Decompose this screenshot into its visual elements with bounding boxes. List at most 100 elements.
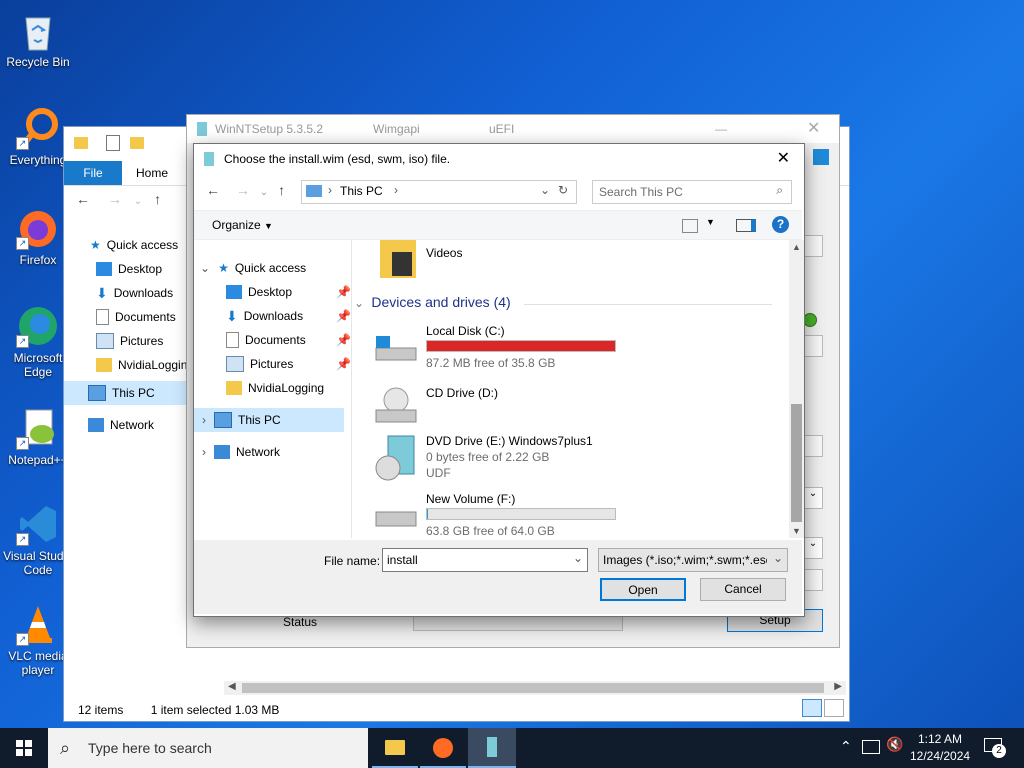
nav-label: NvidiaLogging <box>118 358 195 372</box>
wnt-field-4[interactable] <box>803 569 823 591</box>
group-divider <box>524 304 772 305</box>
expand-chevron-icon[interactable]: › <box>202 408 206 432</box>
search-icon: ⌕ <box>60 738 71 758</box>
wnt-field-1[interactable] <box>803 235 823 257</box>
search-box[interactable]: Search This PC ⌕ <box>592 180 792 204</box>
organize-button[interactable]: Organize ▼ <box>212 218 273 232</box>
cd-drive-icon <box>374 386 418 426</box>
dialog-nav-pane: ⌄ ★ Quick access Desktop 📌 ⬇ Downloads 📌… <box>194 240 352 538</box>
scrollbar-thumb[interactable] <box>791 404 802 522</box>
chevron-down-icon[interactable]: ⌄ <box>134 196 142 207</box>
preview-pane-icon[interactable] <box>736 219 756 232</box>
horizontal-scrollbar[interactable]: ◀ ▶ <box>224 681 846 695</box>
change-view-icon[interactable] <box>682 219 698 233</box>
up-arrow-icon[interactable]: ↑ <box>154 191 161 207</box>
wnt-dropdown-1[interactable]: ⌄ <box>803 487 823 509</box>
scroll-down-arrow-icon[interactable]: ▼ <box>792 526 801 536</box>
tree-documents[interactable]: Documents 📌 <box>226 328 351 352</box>
forward-arrow-icon[interactable]: → <box>108 191 122 207</box>
scroll-right-arrow-icon[interactable]: ▶ <box>834 681 842 692</box>
forward-arrow-icon[interactable]: → <box>236 182 250 198</box>
address-dropdown-icon[interactable]: ⌄ <box>540 183 550 197</box>
computer-icon <box>88 385 106 401</box>
file-type-select[interactable]: Images (*.iso;*.wim;*.swm;*.esd) ⌄ <box>598 548 788 572</box>
address-bar[interactable]: › This PC › ⌄ ↻ <box>301 180 577 204</box>
scroll-left-arrow-icon[interactable]: ◀ <box>228 681 236 692</box>
drive-usage-fill <box>427 509 428 519</box>
cancel-button[interactable]: Cancel <box>700 578 786 601</box>
large-icons-view-icon[interactable] <box>824 699 844 717</box>
address-path[interactable]: This PC <box>340 184 383 198</box>
show-hidden-icons-chevron-icon[interactable]: ⌃ <box>840 738 852 755</box>
filename-value: install <box>387 553 418 567</box>
chevron-down-icon[interactable]: ⌄ <box>573 551 583 565</box>
drive-usage-bar <box>426 508 616 520</box>
taskbar-search-box[interactable]: ⌕ Type here to search <box>48 728 368 768</box>
close-icon[interactable]: ✕ <box>807 115 820 143</box>
tree-network[interactable]: › Network <box>202 440 280 464</box>
scrollbar-thumb[interactable] <box>242 683 824 693</box>
new-folder-icon[interactable] <box>130 137 144 149</box>
tree-quick-access[interactable]: ⌄ ★ Quick access <box>200 256 306 280</box>
clock[interactable]: 1:12 AM 12/24/2024 <box>910 731 970 765</box>
taskbar-file-explorer[interactable] <box>372 728 418 768</box>
computer-icon <box>306 185 322 197</box>
nav-desktop[interactable]: Desktop <box>96 257 162 281</box>
properties-icon[interactable] <box>106 135 120 151</box>
nav-documents[interactable]: Documents <box>96 305 176 329</box>
desktop-folder-icon <box>96 262 112 276</box>
devices-group-header[interactable]: ⌄ Devices and drives (4) <box>354 294 774 310</box>
nav-network[interactable]: Network <box>88 413 154 437</box>
wnt-dropdown-2[interactable]: ⌄ <box>803 537 823 559</box>
filename-input[interactable]: install ⌄ <box>382 548 588 572</box>
star-icon: ★ <box>90 238 101 252</box>
nav-nvidialogging[interactable]: NvidiaLogging <box>96 353 194 377</box>
up-arrow-icon[interactable]: ↑ <box>278 182 285 198</box>
file-type-value: Images (*.iso;*.wim;*.swm;*.esd) <box>603 553 767 567</box>
clock-date: 12/24/2024 <box>910 749 971 763</box>
group-chevron-icon[interactable]: ⌄ <box>354 296 364 310</box>
taskbar-winntsetup[interactable] <box>468 728 516 768</box>
expand-chevron-icon[interactable]: ⌄ <box>200 256 210 280</box>
tree-downloads[interactable]: ⬇ Downloads 📌 <box>226 304 351 328</box>
notification-center-button[interactable]: 2 <box>980 736 1006 760</box>
nav-quick-access[interactable]: ★ Quick access <box>90 233 178 257</box>
start-button[interactable] <box>0 728 48 768</box>
tree-this-pc[interactable]: › This PC <box>194 408 344 432</box>
tree-nvidialogging[interactable]: NvidiaLogging <box>226 376 324 400</box>
search-input[interactable]: Search This PC <box>599 185 683 199</box>
volume-muted-icon[interactable]: 🔇 <box>886 736 903 753</box>
minimize-icon[interactable]: — <box>715 115 727 143</box>
open-file-dialog[interactable]: Choose the install.wim (esd, swm, iso) f… <box>193 143 805 617</box>
wnt-field-2[interactable] <box>803 335 823 357</box>
winntsetup-title: WinNTSetup 5.3.5.2 <box>215 122 324 136</box>
close-icon[interactable]: ✕ <box>777 144 790 174</box>
pin-icon: 📌 <box>336 333 351 347</box>
help-icon[interactable]: ? <box>772 216 789 233</box>
back-arrow-icon[interactable]: ← <box>76 191 90 207</box>
open-button[interactable]: Open <box>600 578 686 601</box>
network-disconnected-icon[interactable] <box>862 740 880 754</box>
desktop-folder-icon <box>226 285 242 299</box>
details-view-icon[interactable] <box>802 699 822 717</box>
nav-downloads[interactable]: ⬇ Downloads <box>96 281 173 305</box>
nav-pictures[interactable]: Pictures <box>96 329 163 353</box>
taskbar-search-input[interactable]: Type here to search <box>88 728 212 768</box>
recent-chevron-icon[interactable]: ⌄ <box>260 187 268 198</box>
item-count: 12 items <box>78 703 124 717</box>
tree-label: Documents <box>245 333 306 347</box>
tree-desktop[interactable]: Desktop 📌 <box>226 280 351 304</box>
back-arrow-icon[interactable]: ← <box>206 182 220 198</box>
wnt-field-3[interactable] <box>803 435 823 457</box>
file-list-scrollbar[interactable]: ▲ ▼ <box>789 240 804 538</box>
tab-file[interactable]: File <box>64 161 122 185</box>
scroll-up-arrow-icon[interactable]: ▲ <box>792 242 801 252</box>
refresh-icon[interactable]: ↻ <box>558 183 568 197</box>
uefi-label: uEFI <box>489 122 515 136</box>
tab-home[interactable]: Home <box>136 166 168 180</box>
tree-pictures[interactable]: Pictures 📌 <box>226 352 351 376</box>
expand-chevron-icon[interactable]: › <box>202 440 206 464</box>
desktop-icon-recycle-bin[interactable]: Recycle Bin <box>2 8 74 69</box>
view-dropdown-icon[interactable]: ▼ <box>706 217 715 227</box>
taskbar-firefox[interactable] <box>420 728 466 768</box>
